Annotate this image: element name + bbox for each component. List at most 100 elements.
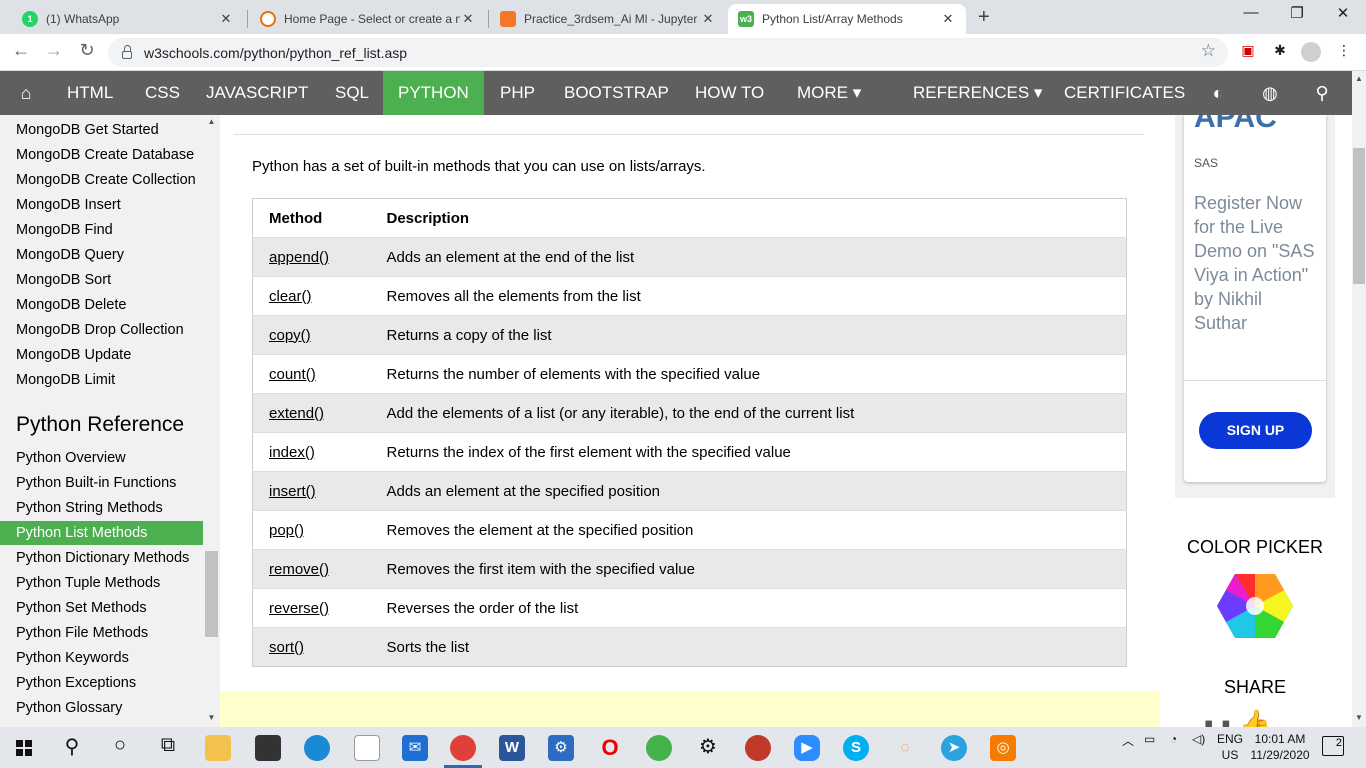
sidebar-item[interactable]: MongoDB Create Database (0, 143, 203, 167)
search-icon[interactable]: ⚲ (57, 734, 87, 759)
nav-html[interactable]: HTML (52, 71, 128, 115)
close-tab-icon[interactable]: ✕ (940, 11, 956, 27)
clock[interactable]: 10:01 AM 11/29/2020 (1248, 731, 1312, 763)
sidebar-item-active[interactable]: Python List Methods (0, 521, 203, 545)
method-link[interactable]: index() (269, 444, 315, 461)
scroll-up-arrow-icon[interactable]: ▲ (1352, 74, 1366, 83)
wifi-icon[interactable]: ◔ (1170, 732, 1177, 746)
skype-icon[interactable]: S (843, 735, 869, 761)
browser-tab-active[interactable]: w3 Python List/Array Methods ✕ (728, 4, 966, 34)
language-indicator[interactable]: ENG US (1216, 731, 1244, 763)
nav-how-to[interactable]: HOW TO (680, 71, 779, 115)
control-panel-icon[interactable]: ⚙ (548, 735, 574, 761)
nav-sql[interactable]: SQL (320, 71, 384, 115)
sign-up-button[interactable]: SIGN UP (1199, 412, 1312, 449)
method-link[interactable]: insert() (269, 483, 316, 500)
scroll-down-arrow-icon[interactable]: ▼ (1352, 713, 1366, 722)
facebook-icon[interactable]: ▪ (1204, 708, 1221, 727)
sidebar-scroll-thumb[interactable] (205, 551, 218, 637)
file-explorer-icon[interactable] (205, 735, 231, 761)
opera-icon[interactable]: O (597, 735, 623, 761)
browser-tab[interactable]: Home Page - Select or create a n ✕ (250, 4, 486, 34)
chrome-icon[interactable] (450, 735, 476, 761)
nav-css[interactable]: CSS (130, 71, 195, 115)
method-link[interactable]: append() (269, 249, 329, 266)
notepad-icon[interactable] (354, 735, 380, 761)
sidebar-item[interactable]: MongoDB Get Started (0, 118, 203, 142)
method-link[interactable]: sort() (269, 639, 304, 656)
sidebar-item[interactable]: MongoDB Drop Collection (0, 318, 203, 342)
sidebar-item[interactable]: MongoDB Create Collection (0, 168, 203, 192)
word-icon[interactable]: W (499, 735, 525, 761)
scroll-down-arrow-icon[interactable]: ▼ (205, 713, 218, 722)
sidebar-item[interactable]: Python Keywords (0, 646, 203, 670)
close-tab-icon[interactable]: ✕ (700, 11, 716, 27)
scroll-up-arrow-icon[interactable]: ▲ (205, 117, 218, 126)
nav-bootstrap[interactable]: BOOTSTRAP (549, 71, 684, 115)
method-link[interactable]: pop() (269, 522, 304, 539)
sidebar-item[interactable]: Python Glossary (0, 696, 203, 720)
ad-card[interactable]: APAC SAS Register Now for the Live Demo … (1184, 115, 1326, 482)
menu-kebab-icon[interactable]: ⋮ (1334, 42, 1354, 62)
method-link[interactable]: clear() (269, 288, 312, 305)
twitter-icon[interactable]: ▪ (1221, 708, 1238, 727)
back-icon[interactable]: ← (8, 40, 34, 61)
method-link[interactable]: reverse() (269, 600, 329, 617)
mail-icon[interactable]: ✉ (402, 735, 428, 761)
reload-icon[interactable]: ↻ (74, 40, 100, 61)
app-icon[interactable]: ◎ (990, 735, 1016, 761)
sidebar-item[interactable]: Python Set Methods (0, 596, 203, 620)
close-window-icon[interactable]: ✕ (1320, 4, 1366, 22)
settings-gear-icon[interactable]: ⚙ (693, 734, 723, 759)
battery-icon[interactable]: ▭ (1144, 732, 1155, 746)
anaconda-icon[interactable] (646, 735, 672, 761)
sidebar-item[interactable]: Python Dictionary Methods (0, 546, 203, 570)
edge-icon[interactable] (304, 735, 330, 761)
nav-javascript[interactable]: JAVASCRIPT (191, 71, 323, 115)
dark-mode-icon[interactable]: ◐ (1198, 71, 1238, 115)
method-link[interactable]: copy() (269, 327, 311, 344)
globe-icon[interactable]: ◍ (1250, 71, 1290, 115)
show-hidden-icons-icon[interactable]: ︿ (1122, 732, 1134, 749)
sidebar-item[interactable]: MongoDB Delete (0, 293, 203, 317)
nav-references-dropdown[interactable]: REFERENCES ▾ (898, 71, 1057, 115)
sidebar-item[interactable]: Python File Methods (0, 621, 203, 645)
sidebar-item[interactable]: Python Built-in Functions (0, 471, 203, 495)
sidebar-item[interactable]: MongoDB Update (0, 343, 203, 367)
jupyter-icon[interactable]: ◌ (892, 735, 918, 761)
task-view-icon[interactable]: ⧉ (153, 734, 183, 757)
maximize-icon[interactable]: ❐ (1274, 4, 1320, 22)
sidebar-item[interactable]: MongoDB Limit (0, 368, 203, 392)
minimize-icon[interactable]: — (1228, 4, 1274, 21)
app-icon[interactable] (745, 735, 771, 761)
like-icon[interactable]: 👍 (1238, 708, 1278, 727)
method-link[interactable]: remove() (269, 561, 329, 578)
nav-php[interactable]: PHP (485, 71, 550, 115)
zoom-icon[interactable]: ▶ (794, 735, 820, 761)
address-bar[interactable]: w3schools.com/python/python_ref_list.asp… (108, 38, 1228, 67)
sidebar-item[interactable]: Python Exceptions (0, 671, 203, 695)
forward-icon[interactable]: → (41, 40, 67, 61)
close-tab-icon[interactable]: ✕ (460, 11, 476, 27)
new-tab-button[interactable]: + (978, 6, 990, 29)
sidebar-item[interactable]: Python String Methods (0, 496, 203, 520)
page-scroll-thumb[interactable] (1353, 148, 1365, 284)
browser-tab[interactable]: Practice_3rdsem_Ai Ml - Jupyter N ✕ (490, 4, 726, 34)
sidebar-item[interactable]: MongoDB Sort (0, 268, 203, 292)
telegram-icon[interactable]: ➤ (941, 735, 967, 761)
volume-icon[interactable]: ◁) (1192, 732, 1205, 746)
close-tab-icon[interactable]: ✕ (218, 11, 234, 27)
notifications-icon[interactable]: 2 (1322, 736, 1344, 756)
home-icon[interactable]: ⌂ (6, 71, 46, 115)
windows-start-icon[interactable] (16, 740, 32, 756)
browser-tab[interactable]: 1 (1) WhatsApp ✕ (12, 4, 244, 34)
profile-avatar[interactable] (1301, 42, 1321, 62)
search-icon[interactable]: ⚲ (1302, 71, 1342, 115)
sidebar-item[interactable]: MongoDB Find (0, 218, 203, 242)
method-link[interactable]: extend() (269, 405, 324, 422)
color-picker-icon[interactable] (1216, 572, 1294, 640)
bookmark-star-icon[interactable]: ☆ (1201, 41, 1216, 61)
nav-more-dropdown[interactable]: MORE ▾ (782, 71, 876, 115)
sidebar-item[interactable]: MongoDB Query (0, 243, 203, 267)
sidebar-item[interactable]: MongoDB Insert (0, 193, 203, 217)
